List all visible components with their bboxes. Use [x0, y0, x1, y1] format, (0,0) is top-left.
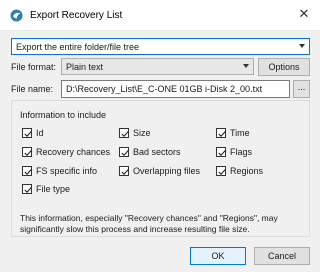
checkbox-box[interactable]	[216, 128, 226, 138]
options-button[interactable]: Options	[258, 58, 310, 76]
checkmark-icon	[218, 131, 226, 137]
checkbox-box[interactable]	[22, 128, 32, 138]
chevron-down-icon	[299, 44, 305, 48]
checkbox-box[interactable]	[22, 147, 32, 157]
checkbox-box[interactable]	[216, 166, 226, 176]
performance-note-line: significantly slow this process and incr…	[20, 224, 250, 234]
checkmark-icon	[24, 131, 32, 137]
checkbox-label: Overlapping files	[133, 166, 201, 176]
export-scope-value: Export the entire folder/file tree	[16, 42, 140, 52]
checkmark-icon	[218, 150, 226, 156]
ok-button[interactable]: OK	[190, 247, 246, 265]
checkmark-icon	[24, 169, 32, 175]
checkbox-box[interactable]	[119, 128, 129, 138]
file-name-field[interactable]: D:\Recovery_List\E_C-ONE 01GB i-Disk 2_0…	[61, 80, 290, 98]
checkmark-icon	[24, 187, 32, 193]
chevron-down-icon	[243, 64, 249, 68]
checkbox-label: Regions	[230, 166, 264, 176]
file-format-label: File format:	[11, 62, 57, 72]
file-name-label: File name:	[11, 84, 54, 94]
export-scope-select[interactable]: Export the entire folder/file tree	[11, 38, 310, 55]
file-format-select[interactable]: Plain text	[61, 58, 254, 75]
checkbox-label: Recovery chances	[36, 147, 111, 157]
file-format-value: Plain text	[66, 62, 104, 72]
export-recovery-list-dialog: Export Recovery List ✕ Export the entire…	[0, 0, 320, 272]
performance-note-line: This information, especially "Recovery c…	[20, 213, 278, 223]
checkmark-icon	[121, 169, 129, 175]
title-bar: Export Recovery List ✕	[0, 0, 320, 31]
checkbox-label: Flags	[230, 147, 253, 157]
checkbox-label: Time	[230, 128, 250, 138]
file-name-value: D:\Recovery_List\E_C-ONE 01GB i-Disk 2_0…	[66, 84, 263, 94]
checkbox-box[interactable]	[22, 166, 32, 176]
checkbox-box[interactable]	[119, 166, 129, 176]
window-title: Export Recovery List	[30, 10, 123, 21]
checkmark-icon	[121, 150, 129, 156]
cancel-button[interactable]: Cancel	[254, 247, 310, 265]
checkbox-label: Id	[36, 128, 44, 138]
information-group-title: Information to include	[20, 110, 107, 120]
checkbox-label: File type	[36, 184, 71, 194]
checkbox-label: Size	[133, 128, 151, 138]
checkmark-icon	[24, 150, 32, 156]
checkbox-box[interactable]	[119, 147, 129, 157]
performance-note: This information, especially "Recovery c…	[20, 213, 305, 235]
app-icon	[10, 9, 23, 22]
checkmark-icon	[218, 169, 226, 175]
checkbox-label: Bad sectors	[133, 147, 181, 157]
close-icon[interactable]: ✕	[296, 6, 312, 22]
browse-button[interactable]: ...	[293, 80, 310, 98]
checkbox-box[interactable]	[216, 147, 226, 157]
checkmark-icon	[121, 131, 129, 137]
checkbox-box[interactable]	[22, 184, 32, 194]
checkbox-label: FS specific info	[36, 166, 98, 176]
